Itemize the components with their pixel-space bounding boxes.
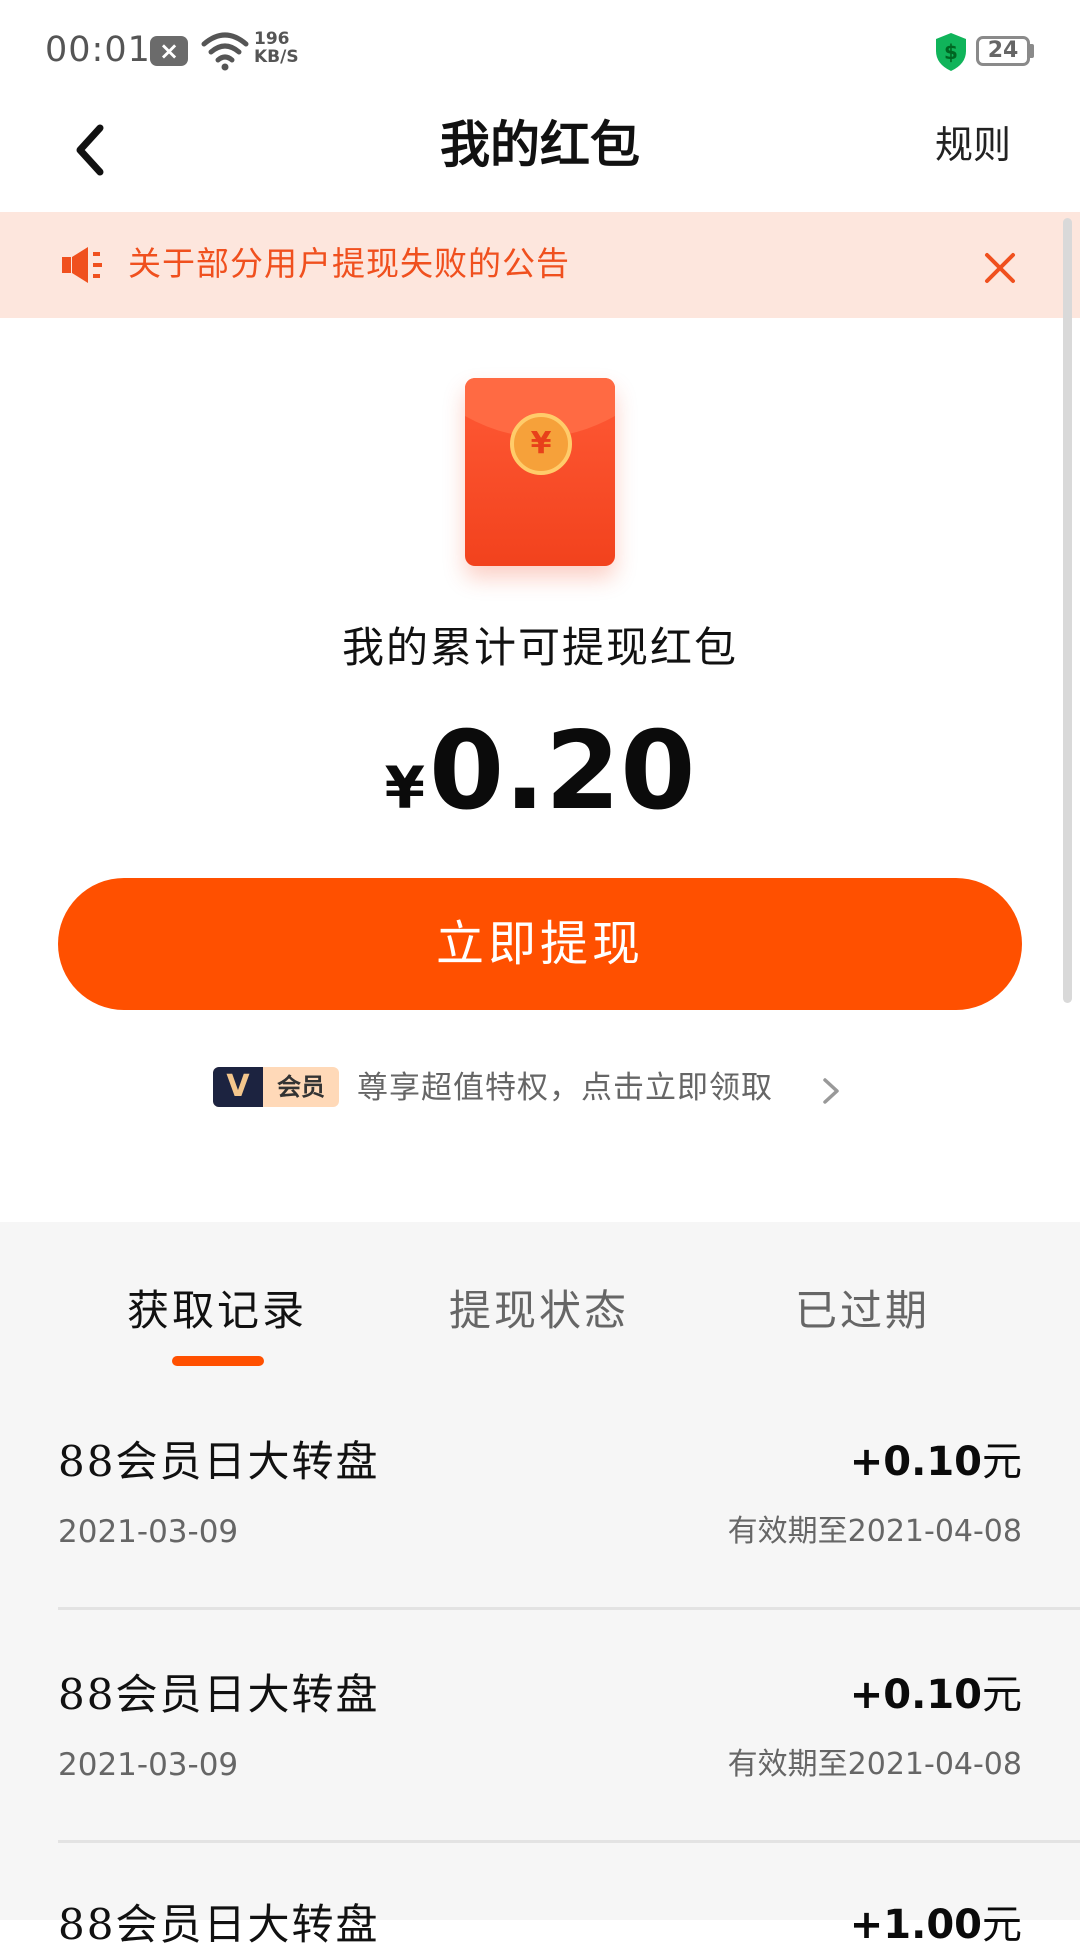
record-date: 2021-03-09: [58, 1747, 239, 1783]
record-amount-value: +1.00: [849, 1902, 982, 1948]
divider: [58, 1840, 1080, 1843]
record-title[interactable]: 88会员日大转盘: [58, 1434, 379, 1490]
battery-tip: [1030, 44, 1034, 58]
vip-promo-link[interactable]: 尊享超值特权，点击立即领取: [357, 1066, 773, 1110]
balance-amount: ¥0.20: [0, 712, 1080, 863]
scrollbar[interactable]: [1063, 218, 1072, 1003]
record-expiry: 有效期至2021-04-08: [727, 1514, 1022, 1549]
balance-label: 我的累计可提现红包: [341, 623, 738, 672]
tab-expired[interactable]: 已过期: [795, 1282, 930, 1340]
active-tab-indicator: [172, 1356, 264, 1366]
record-expiry: 有效期至2021-04-08: [727, 1747, 1022, 1782]
record-amount-value: +0.10: [849, 1672, 982, 1718]
tab-withdraw-status[interactable]: 提现状态: [449, 1282, 629, 1340]
network-speed-unit: KB/S: [254, 47, 299, 67]
withdraw-button[interactable]: 立即提现: [58, 878, 1022, 1010]
record-title[interactable]: 88会员日大转盘: [58, 1667, 379, 1723]
vip-badge[interactable]: V 会员: [213, 1067, 339, 1107]
divider: [58, 1607, 1080, 1610]
record-amount: +0.10元: [850, 1667, 1022, 1723]
record-amount-unit: 元: [982, 1672, 1022, 1718]
record-amount-unit: 元: [982, 1439, 1022, 1485]
speaker-icon: [62, 247, 102, 283]
tab-earn-records[interactable]: 获取记录: [127, 1282, 307, 1340]
announcement-text[interactable]: 关于部分用户提现失败的公告: [128, 242, 570, 286]
amount-value: 0.20: [428, 709, 696, 834]
coin-icon: ¥: [510, 413, 572, 475]
chevron-right-icon[interactable]: [822, 1077, 840, 1105]
wifi-icon: [201, 32, 249, 71]
close-icon[interactable]: [982, 250, 1018, 286]
shield-dollar-icon: $: [936, 33, 966, 71]
rules-link[interactable]: 规则: [935, 120, 1011, 170]
page-title: 我的红包: [440, 115, 640, 174]
battery-icon: 24: [976, 36, 1030, 66]
record-date: 2021-03-09: [58, 1514, 239, 1550]
vip-badge-label: 会员: [277, 1073, 325, 1101]
record-title[interactable]: 88会员日大转盘: [58, 1897, 379, 1953]
record-amount-unit: 元: [982, 1902, 1022, 1948]
vip-logo-icon: V: [213, 1067, 263, 1107]
close-box-icon: ×: [150, 36, 188, 66]
svg-text:$: $: [944, 40, 958, 64]
network-speed-value: 196: [254, 29, 290, 49]
currency-symbol: ¥: [384, 754, 425, 822]
status-time: 00:01: [45, 30, 151, 70]
record-amount: +1.00元: [850, 1897, 1022, 1953]
record-amount: +0.10元: [850, 1434, 1022, 1490]
record-amount-value: +0.10: [849, 1439, 982, 1485]
network-speed: 196 KB/S: [254, 30, 299, 66]
